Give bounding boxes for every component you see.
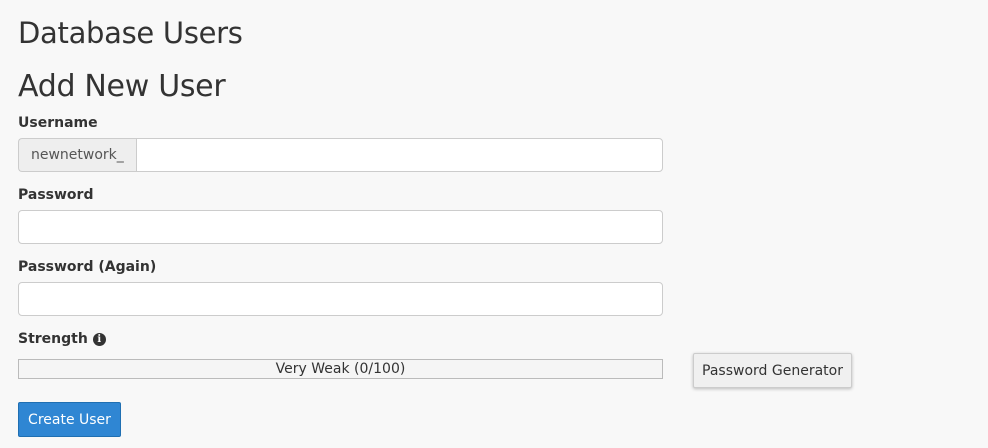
username-input[interactable]: [135, 138, 663, 172]
username-label: Username: [18, 115, 98, 131]
strength-label-row: Strength i: [18, 331, 106, 347]
username-input-group: newnetwork_: [18, 138, 663, 172]
password-label: Password: [18, 187, 94, 203]
strength-text: Very Weak (0/100): [275, 361, 406, 377]
password-generator-button[interactable]: Password Generator: [693, 353, 852, 388]
password-input[interactable]: [18, 210, 663, 244]
form-title: Add New User: [18, 69, 226, 104]
password-again-input[interactable]: [18, 282, 663, 316]
strength-label: Strength: [18, 331, 88, 347]
password-again-label: Password (Again): [18, 259, 157, 275]
section-title: Database Users: [18, 16, 243, 50]
password-strength-meter: Very Weak (0/100): [18, 359, 663, 379]
username-prefix: newnetwork_: [18, 138, 136, 172]
info-circle-icon[interactable]: i: [92, 332, 106, 346]
create-user-button[interactable]: Create User: [18, 402, 121, 437]
database-users-page: Database Users Add New User Username new…: [0, 0, 988, 448]
